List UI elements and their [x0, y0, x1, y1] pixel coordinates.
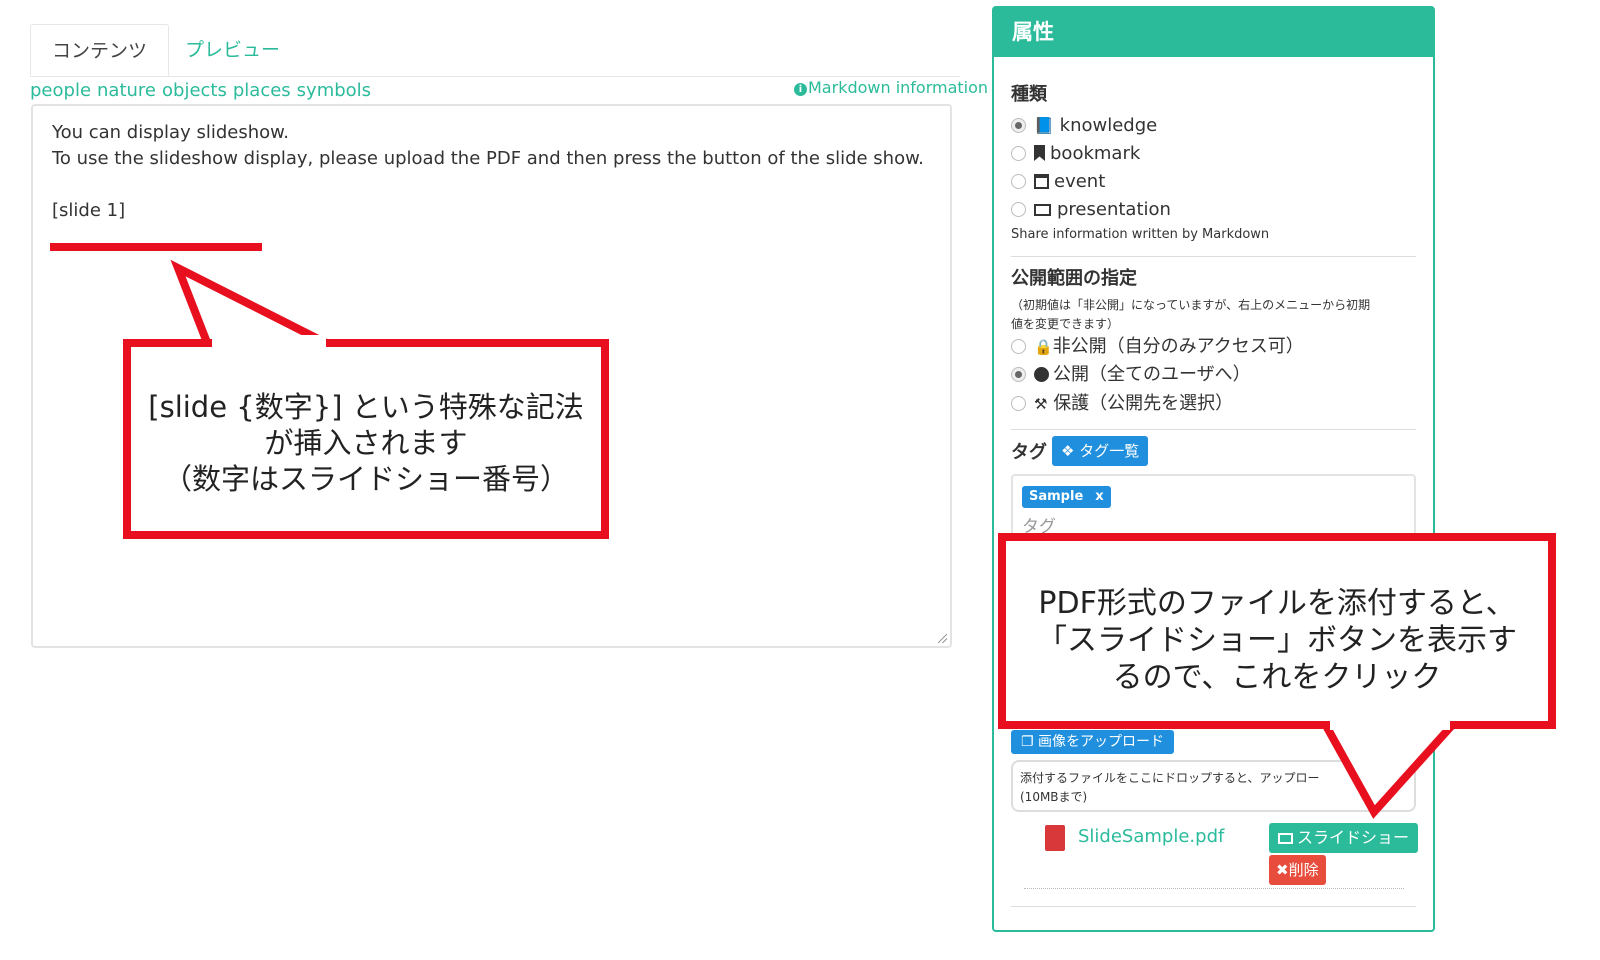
callout-2-line: PDF形式のファイルを添付すると、: [1038, 586, 1516, 621]
callout-2-line: 「スライドショー」ボタンを表示す: [1037, 623, 1517, 658]
annotation-callout-2: PDF形式のファイルを添付すると、 「スライドショー」ボタンを表示す るので、こ…: [998, 533, 1556, 729]
callout-2-line: るので、これをクリック: [1112, 660, 1442, 695]
callout-tail-2: [1317, 718, 1464, 819]
callout-2-tail-join: [1330, 718, 1450, 730]
